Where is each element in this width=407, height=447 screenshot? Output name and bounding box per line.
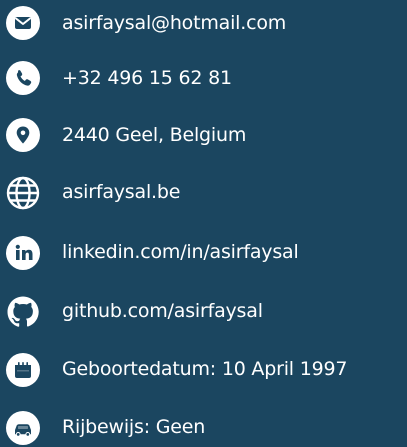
github-icon	[4, 293, 42, 331]
birthday-text: Geboortedatum: 10 April 1997	[62, 358, 348, 380]
website-link[interactable]: asirfaysal.be	[62, 180, 180, 204]
github-link[interactable]: github.com/asirfaysal	[62, 299, 263, 323]
email-link[interactable]: asirfaysal@hotmail.com	[62, 11, 286, 35]
location-text[interactable]: 2440 Geel, Belgium	[62, 123, 246, 147]
car-icon	[4, 409, 42, 447]
contact-list: asirfaysal@hotmail.com +32 496 15 62 81 …	[0, 0, 407, 447]
location-icon	[4, 116, 42, 154]
birthday-icon	[4, 351, 42, 389]
email-icon	[4, 4, 42, 42]
globe-icon	[4, 174, 42, 212]
drivers-license-text: Rijbewijs: Geen	[62, 416, 206, 438]
linkedin-icon	[4, 234, 42, 272]
phone-icon	[4, 59, 42, 97]
linkedin-link[interactable]: linkedin.com/in/asirfaysal	[62, 240, 299, 264]
phone-number[interactable]: +32 496 15 62 81	[62, 66, 232, 90]
